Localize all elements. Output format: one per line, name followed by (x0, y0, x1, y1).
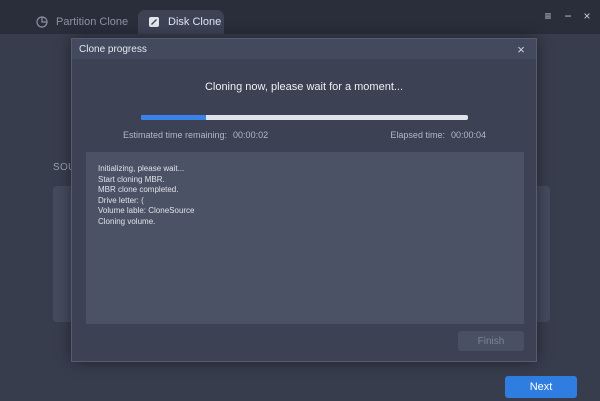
minimize-icon[interactable]: − (561, 9, 575, 23)
tab-partition-clone[interactable]: Partition Clone (26, 10, 144, 34)
clone-status-text: Cloning now, please wait for a moment... (204, 81, 404, 93)
disk-icon (149, 17, 159, 27)
close-window-icon[interactable]: × (580, 9, 594, 23)
dialog-close-icon[interactable]: × (514, 42, 528, 56)
log-line: Drive letter: ( (98, 195, 144, 205)
next-button[interactable]: Next (505, 376, 577, 398)
menu-icon[interactable]: ≡ (541, 9, 555, 23)
tab-disk-clone[interactable]: Disk Clone (138, 10, 224, 34)
clone-progress-dialog: Clone progress × Cloning now, please wai… (71, 38, 537, 362)
dialog-header: Clone progress × (72, 39, 536, 59)
elapsed-time-label: Elapsed time: (390, 130, 445, 140)
progress-bar (141, 115, 468, 120)
pie-chart-icon (36, 16, 48, 28)
tab-bar: Partition Clone Disk Clone ≡ − × (0, 0, 600, 34)
estimated-time: Estimated time remaining: 00:00:02 (123, 130, 268, 140)
progress-fill (141, 115, 207, 120)
tab-label: Partition Clone (56, 16, 129, 28)
log-line: Initializing, please wait... (98, 164, 185, 173)
elapsed-time: Elapsed time: 00:00:04 (390, 130, 486, 140)
clone-log: Initializing, please wait... Start cloni… (86, 152, 524, 324)
tab-label: Disk Clone (168, 16, 222, 28)
finish-button[interactable]: Finish (458, 331, 524, 351)
log-line: Volume lable: CloneSource (98, 206, 195, 215)
log-line: Start cloning MBR. (98, 174, 165, 184)
estimated-time-label: Estimated time remaining: (123, 130, 228, 140)
dialog-title: Clone progress (79, 43, 147, 55)
estimated-time-value: 00:00:02 (233, 130, 269, 140)
log-line: MBR clone completed. (98, 185, 179, 194)
elapsed-time-value: 00:00:04 (450, 130, 486, 140)
log-line: Cloning volume. (98, 216, 156, 226)
